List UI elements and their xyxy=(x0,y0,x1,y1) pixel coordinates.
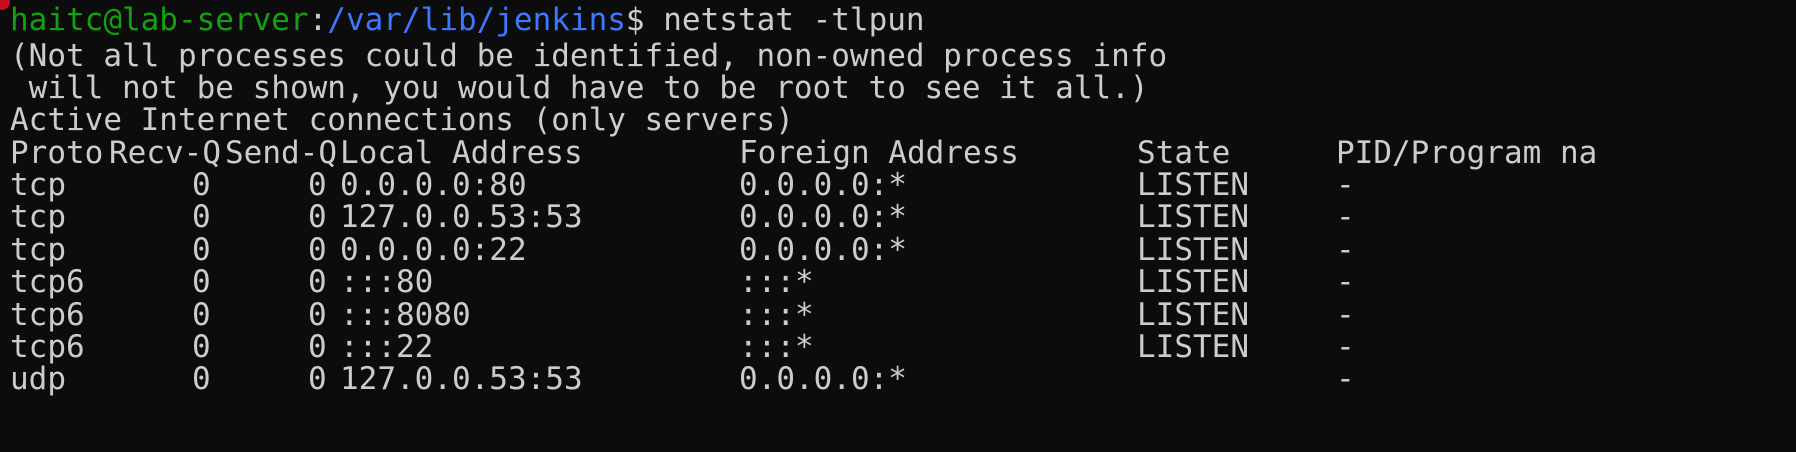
cell-proto: udp xyxy=(10,361,66,398)
prompt-command: netstat -tlpun xyxy=(663,2,925,38)
cell-send-q: 0 xyxy=(308,361,327,398)
red-dot-icon xyxy=(0,0,10,10)
cell-recv-q: 0 xyxy=(192,361,211,398)
column-header-pid-program: PID/Program na xyxy=(1336,135,1598,171)
prompt-line: haitc@lab-server:/var/lib/jenkins$ netst… xyxy=(10,2,925,39)
output-message-line: Active Internet connections (only server… xyxy=(10,102,794,138)
cell-state: LISTEN xyxy=(1137,329,1249,365)
prompt-separator: : xyxy=(308,2,328,38)
cell-foreign-address: 0.0.0.0:* xyxy=(739,361,907,398)
prompt-symbol: $ xyxy=(625,2,645,38)
prompt-path: /var/lib/jenkins xyxy=(327,2,626,38)
terminal-window[interactable]: haitc@lab-server:/var/lib/jenkins$ netst… xyxy=(0,0,1796,452)
cell-pid-program: - xyxy=(1336,361,1355,398)
prompt-user-host: haitc@lab-server xyxy=(10,2,309,38)
cell-local-address: 127.0.0.53:53 xyxy=(340,361,583,398)
